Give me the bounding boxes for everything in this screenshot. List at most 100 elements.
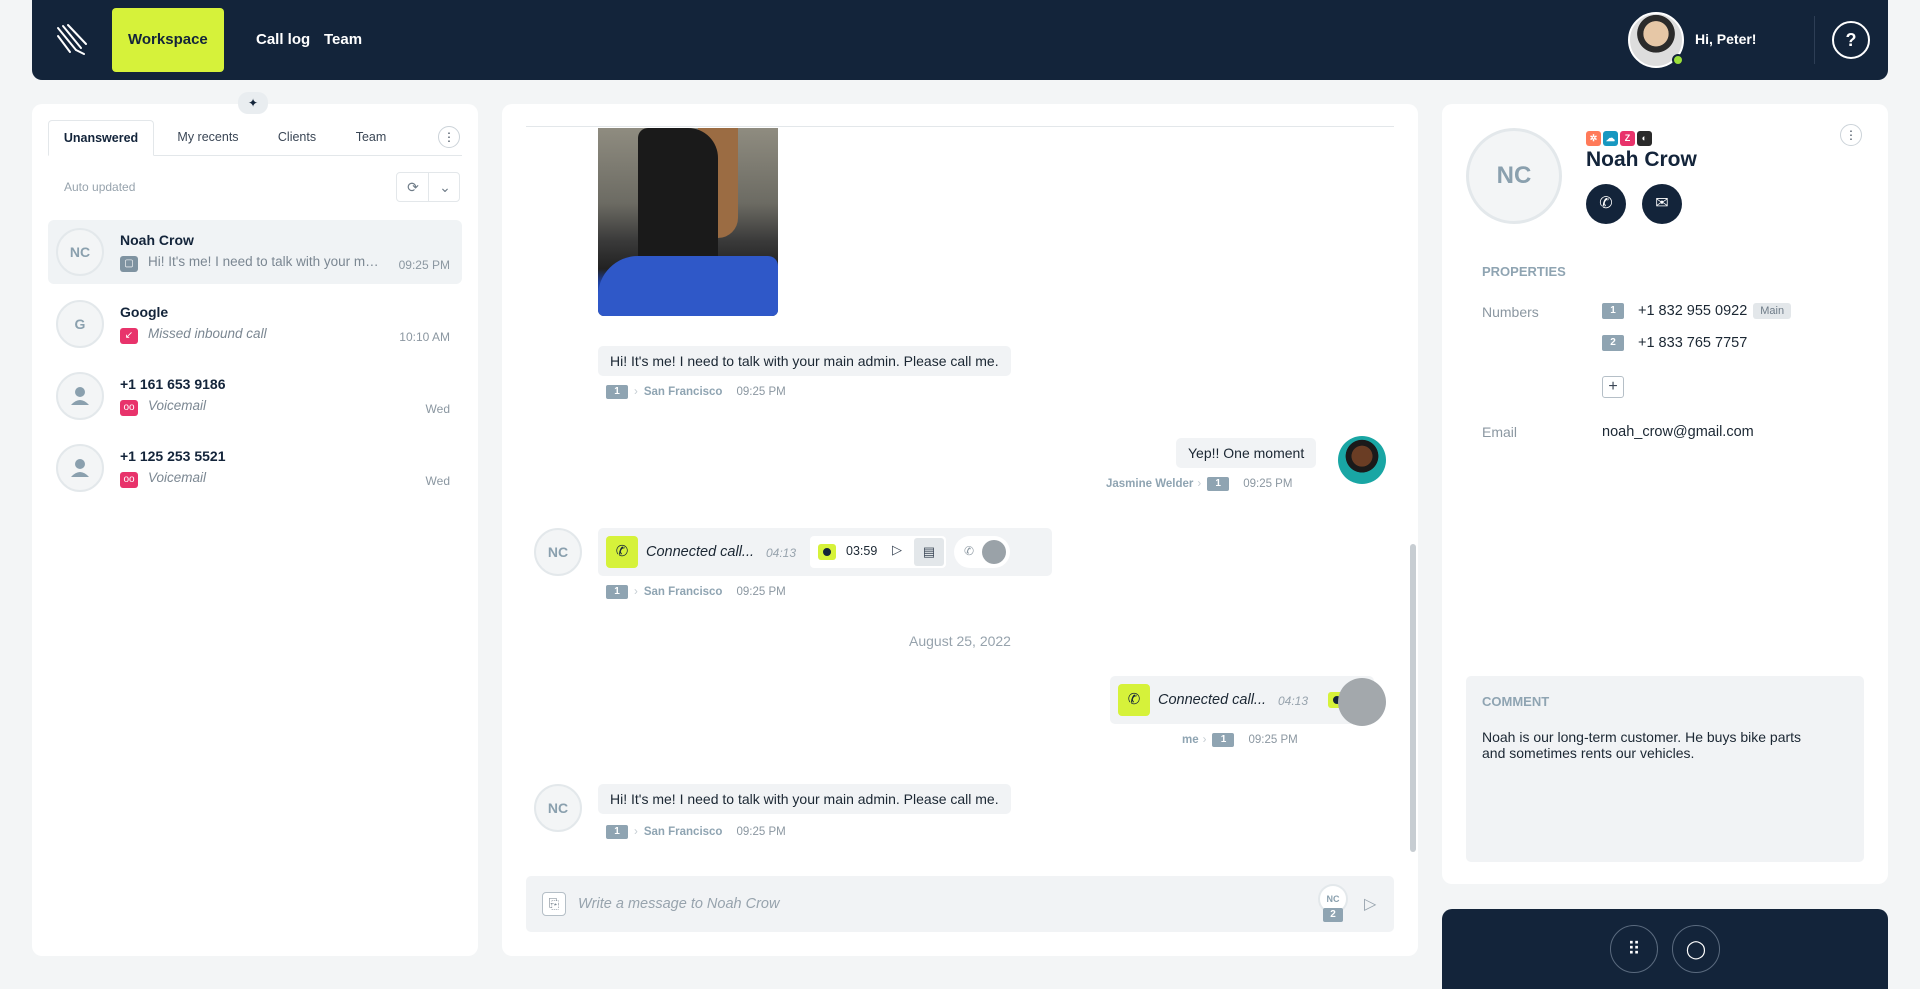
message-location: San Francisco	[643, 386, 723, 398]
conversation-list-panel: Unanswered My recents Clients Team ⋮ Aut…	[32, 104, 478, 956]
message-bubble: Hi! It's me! I need to talk with your ma…	[598, 784, 1011, 814]
number-index: 1	[1602, 303, 1624, 320]
send-icon[interactable]: ▷	[1364, 894, 1376, 914]
hubspot-icon[interactable]: ✲	[1586, 131, 1601, 146]
line-badge: 2	[1323, 908, 1343, 922]
phone-icon: ✆	[1118, 684, 1150, 716]
date-separator: August 25, 2022	[909, 633, 1011, 649]
contact-more-icon[interactable]: ⋮	[1840, 124, 1862, 146]
zoho-icon[interactable]: Z	[1620, 131, 1635, 146]
contact-panel: NC ✲ ☁ Z ◐ Noah Crow ✆ ✉ ⋮ PROPERTIES Numbe…	[1442, 104, 1888, 884]
header-divider	[1814, 16, 1815, 64]
tab-my-recents[interactable]: My recents	[160, 120, 256, 156]
dialpad-icon[interactable]: ⠿	[1610, 925, 1658, 973]
recording-time: 03:59	[846, 544, 878, 558]
call-status: Connected call...	[1158, 692, 1267, 708]
dialer-bar: ⠿ ◯	[1442, 909, 1888, 989]
refresh-icon[interactable]: ⟳	[397, 173, 429, 201]
tab-clients[interactable]: Clients	[262, 120, 332, 156]
nav-workspace[interactable]: Workspace	[112, 8, 224, 72]
message-time: 09:25 PM	[736, 386, 786, 398]
conversation-item[interactable]: +1 161 653 9186 oo Voicemail Wed	[48, 364, 462, 428]
email-button[interactable]: ✉	[1642, 184, 1682, 224]
message-time: 09:25 PM	[1243, 478, 1293, 490]
conversation-time: 09:25 PM	[398, 258, 450, 272]
nav-team[interactable]: Team	[308, 8, 378, 72]
conversation-item[interactable]: G Google ↙ Missed inbound call 10:10 AM	[48, 292, 462, 356]
sender-line-selector[interactable]: NC 2	[1318, 884, 1350, 924]
call-status: Connected call...	[646, 544, 755, 560]
email-label: Email	[1482, 424, 1518, 440]
conversation-tabs: Unanswered My recents Clients Team ⋮	[48, 120, 462, 156]
add-number-button[interactable]: +	[1602, 376, 1624, 398]
message-bubble: Yep!! One moment	[1176, 438, 1317, 468]
tab-team[interactable]: Team	[338, 120, 404, 156]
message-input[interactable]	[578, 890, 1278, 918]
line-badge: 1	[1212, 732, 1235, 747]
online-status-dot	[1672, 54, 1684, 66]
user-greeting[interactable]: Hi, Peter!	[1695, 31, 1756, 47]
chat-scrollbar[interactable]	[1410, 544, 1416, 852]
message-meta: 1 › San Francisco 09:25 PM	[606, 824, 786, 840]
conversation-item[interactable]: NC Noah Crow ▢ Hi! It's me! I need to ta…	[48, 220, 462, 284]
message-image[interactable]	[598, 128, 778, 316]
tabs-more-icon[interactable]: ⋮	[438, 126, 460, 148]
message-meta: 1 › San Francisco 09:25 PM	[606, 584, 786, 600]
app-icon[interactable]: ◐	[1637, 131, 1652, 146]
top-bar: Workspace Call log Team	[32, 0, 1888, 80]
conversation-item[interactable]: +1 125 253 5521 oo Voicemail Wed	[48, 436, 462, 500]
agent-avatar	[1338, 436, 1386, 484]
record-icon	[818, 544, 836, 560]
comment-box[interactable]: COMMENT Noah is our long-term customer. …	[1466, 676, 1864, 862]
phone-icon: ✆	[964, 544, 975, 558]
call-button[interactable]: ✆	[1586, 184, 1626, 224]
phone-number-row[interactable]: 1 +1 832 955 0922 Main	[1602, 303, 1792, 320]
auto-updated-label: Auto updated	[64, 180, 136, 194]
avatar: G	[56, 300, 104, 348]
chat-bubble-icon[interactable]: ◯	[1672, 925, 1720, 973]
conversation-name: Google	[120, 304, 169, 320]
call-agent-chip[interactable]: ✆	[954, 536, 1010, 568]
phone-number: +1 833 765 7757	[1638, 335, 1748, 351]
transcript-icon[interactable]: ▤	[914, 538, 944, 566]
message-time: 09:25 PM	[736, 586, 786, 598]
main-tag: Main	[1753, 303, 1792, 320]
phone-number-row[interactable]: 2 +1 833 765 7757	[1602, 335, 1748, 352]
tab-unanswered[interactable]: Unanswered	[48, 120, 154, 156]
contact-name: Noah Crow	[1586, 148, 1697, 171]
chevron-right-icon: ›	[634, 826, 638, 838]
avatar: NC	[56, 228, 104, 276]
call-record: ✆ Connected call... 04:13 03:59 ▷ ▤ ✆	[598, 528, 1052, 576]
person-icon	[56, 444, 104, 492]
agent-avatar[interactable]	[1338, 678, 1386, 726]
comment-title: COMMENT	[1482, 694, 1550, 709]
line-badge: 1	[606, 584, 628, 599]
contact-avatar: NC	[1466, 128, 1562, 224]
avatar: NC	[534, 528, 582, 576]
conversation-preview: Missed inbound call	[148, 326, 267, 341]
call-record: ✆ Connected call... 04:13	[1110, 676, 1374, 724]
conversation-preview: Voicemail	[148, 398, 207, 413]
person-icon	[56, 372, 104, 420]
conversation-preview: Voicemail	[148, 470, 207, 485]
phone-number: +1 832 955 0922	[1638, 303, 1748, 319]
integrations-row: ✲ ☁ Z ◐	[1586, 128, 1654, 146]
line-badge: 1	[1207, 476, 1230, 491]
salesforce-icon[interactable]: ☁	[1603, 131, 1618, 146]
chevron-right-icon: ›	[1197, 478, 1202, 490]
chevron-right-icon: ›	[1202, 734, 1207, 746]
logo-icon[interactable]	[54, 22, 90, 58]
message-location: San Francisco	[643, 586, 723, 598]
play-icon[interactable]: ▷	[892, 542, 902, 558]
chevron-down-icon[interactable]: ⌄	[429, 173, 461, 201]
message-meta: 1 › San Francisco 09:25 PM	[606, 384, 786, 400]
photo-motorcycle	[598, 256, 778, 316]
properties-title: PROPERTIES	[1482, 264, 1566, 279]
line-badge: 1	[606, 384, 628, 399]
conversation-name: Noah Crow	[120, 232, 194, 248]
conversation-preview: Hi! It's me! I need to talk with your ma…	[148, 254, 380, 269]
message-sender: Jasmine Welder	[1106, 478, 1194, 490]
help-icon[interactable]: ?	[1832, 21, 1870, 59]
sparkle-icon[interactable]: ✦	[238, 92, 268, 114]
attachment-icon[interactable]: ⎘	[542, 892, 566, 916]
